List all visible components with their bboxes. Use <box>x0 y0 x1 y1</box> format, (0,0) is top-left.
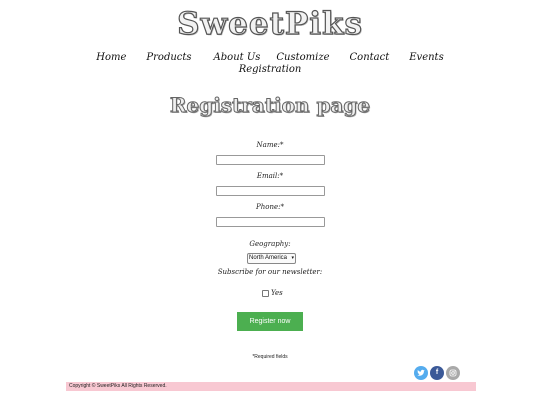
nav-item-home[interactable]: Home <box>96 52 126 63</box>
nav-item-events[interactable]: Events <box>409 52 443 63</box>
email-label: Email:* <box>256 172 284 180</box>
email-field[interactable] <box>216 186 325 196</box>
copyright-text: Copyright © SweetPiks All Rights Reserve… <box>69 383 167 389</box>
facebook-icon: f <box>435 369 439 376</box>
main-nav: Home Products About Us Customize Contact… <box>0 52 540 75</box>
facebook-button[interactable]: f <box>430 366 444 380</box>
phone-label: Phone:* <box>256 203 284 211</box>
name-label: Name:* <box>256 141 284 149</box>
footer: Copyright © SweetPiks All Rights Reserve… <box>66 382 476 391</box>
required-fields-note: *Required fields <box>252 354 288 360</box>
geography-label: Geography: <box>249 240 291 248</box>
geography-selected-value: North America <box>249 255 288 261</box>
nav-item-registration[interactable]: Registration <box>239 64 302 75</box>
instagram-icon <box>449 369 457 377</box>
page: SweetPiks Home Products About Us Customi… <box>0 0 540 405</box>
newsletter-checkbox[interactable] <box>262 290 269 297</box>
name-field[interactable] <box>216 155 325 165</box>
nav-row-2: Registration <box>0 64 540 75</box>
instagram-button[interactable] <box>446 366 460 380</box>
geography-select[interactable]: North America ▾ <box>247 253 296 264</box>
nav-item-products[interactable]: Products <box>146 52 191 63</box>
nav-item-customize[interactable]: Customize <box>276 52 329 63</box>
twitter-button[interactable] <box>414 366 428 380</box>
nav-item-contact[interactable]: Contact <box>350 52 390 63</box>
nav-row: Home Products About Us Customize Contact… <box>0 52 540 63</box>
newsletter-label: Subscribe for our newsletter: <box>217 268 323 276</box>
site-logo[interactable]: SweetPiks <box>0 5 540 42</box>
chevron-down-icon: ▾ <box>291 255 294 261</box>
newsletter-option-label: Yes <box>271 289 283 297</box>
phone-field[interactable] <box>216 217 325 227</box>
page-title: Registration page <box>169 93 371 118</box>
register-button[interactable]: Register now <box>237 312 303 331</box>
nav-item-about-us[interactable]: About Us <box>214 52 261 63</box>
social-links: f <box>414 366 460 380</box>
twitter-icon <box>417 369 425 376</box>
